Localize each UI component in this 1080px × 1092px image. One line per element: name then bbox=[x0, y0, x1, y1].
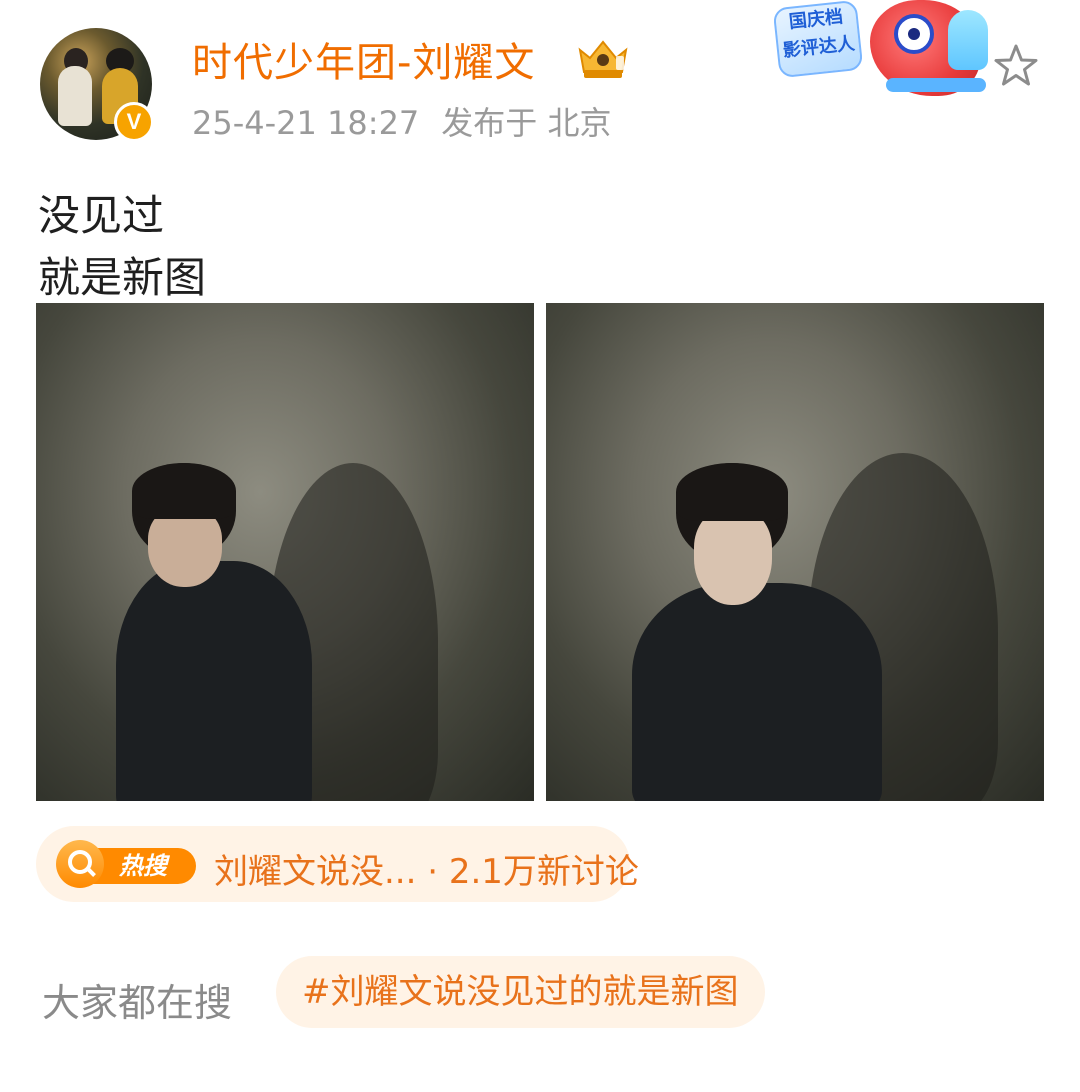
post-image-1[interactable] bbox=[36, 303, 534, 801]
promo-sticker[interactable]: 国庆档 影评达人 bbox=[766, 0, 996, 104]
related-search-chip[interactable]: #刘耀文说没见过的就是新图 bbox=[276, 956, 765, 1028]
hot-search-banner[interactable]: 热搜 刘耀文说没... · 2.1万新讨论 bbox=[36, 826, 639, 902]
search-icon bbox=[56, 840, 104, 888]
verified-badge-icon: V bbox=[114, 102, 154, 142]
favorite-star-icon[interactable] bbox=[992, 42, 1040, 90]
promo-tag: 国庆档 影评达人 bbox=[772, 0, 864, 79]
post-meta: 25-4-21 18:27 发布于 北京 bbox=[192, 98, 611, 144]
timestamp: 25-4-21 18:27 bbox=[192, 104, 420, 142]
post-text-line: 没见过 bbox=[38, 191, 165, 240]
username[interactable]: 时代少年团-刘耀文 bbox=[192, 30, 535, 88]
location: 发布于 北京 bbox=[441, 104, 612, 142]
crown-badge-icon[interactable] bbox=[576, 36, 630, 80]
hot-search-label: 热搜 bbox=[90, 848, 196, 884]
related-searches: 大家都在搜 #刘耀文说没见过的就是新图 bbox=[40, 956, 1040, 1032]
post-image-2[interactable] bbox=[546, 303, 1044, 801]
mascot-eye-icon bbox=[894, 14, 934, 54]
related-searches-label: 大家都在搜 bbox=[42, 981, 233, 1025]
hot-search-badge: 热搜 bbox=[56, 840, 200, 888]
post-header: V 时代少年团-刘耀文 25-4-21 18:27 发布于 北京 国庆档 影评达人 bbox=[0, 0, 1080, 160]
hot-search-text: 刘耀文说没... · 2.1万新讨论 bbox=[214, 852, 639, 892]
post-text-line: 就是新图 bbox=[38, 253, 207, 302]
